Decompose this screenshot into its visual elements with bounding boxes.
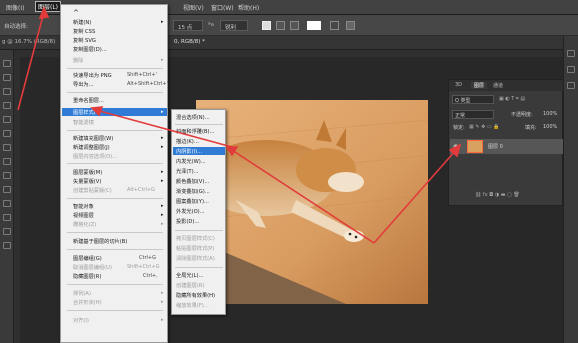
- arrow-to-layer-thumbnail: [373, 149, 457, 244]
- arrow-to-layer-style: [95, 109, 233, 148]
- arrow-to-inner-shadow: [231, 149, 375, 244]
- arrow-head: [225, 146, 239, 157]
- arrow-head: [90, 106, 104, 117]
- annotation-arrows: [17, 5, 462, 244]
- arrow-head: [38, 5, 50, 19]
- arrow-to-layer-menu: [17, 11, 45, 111]
